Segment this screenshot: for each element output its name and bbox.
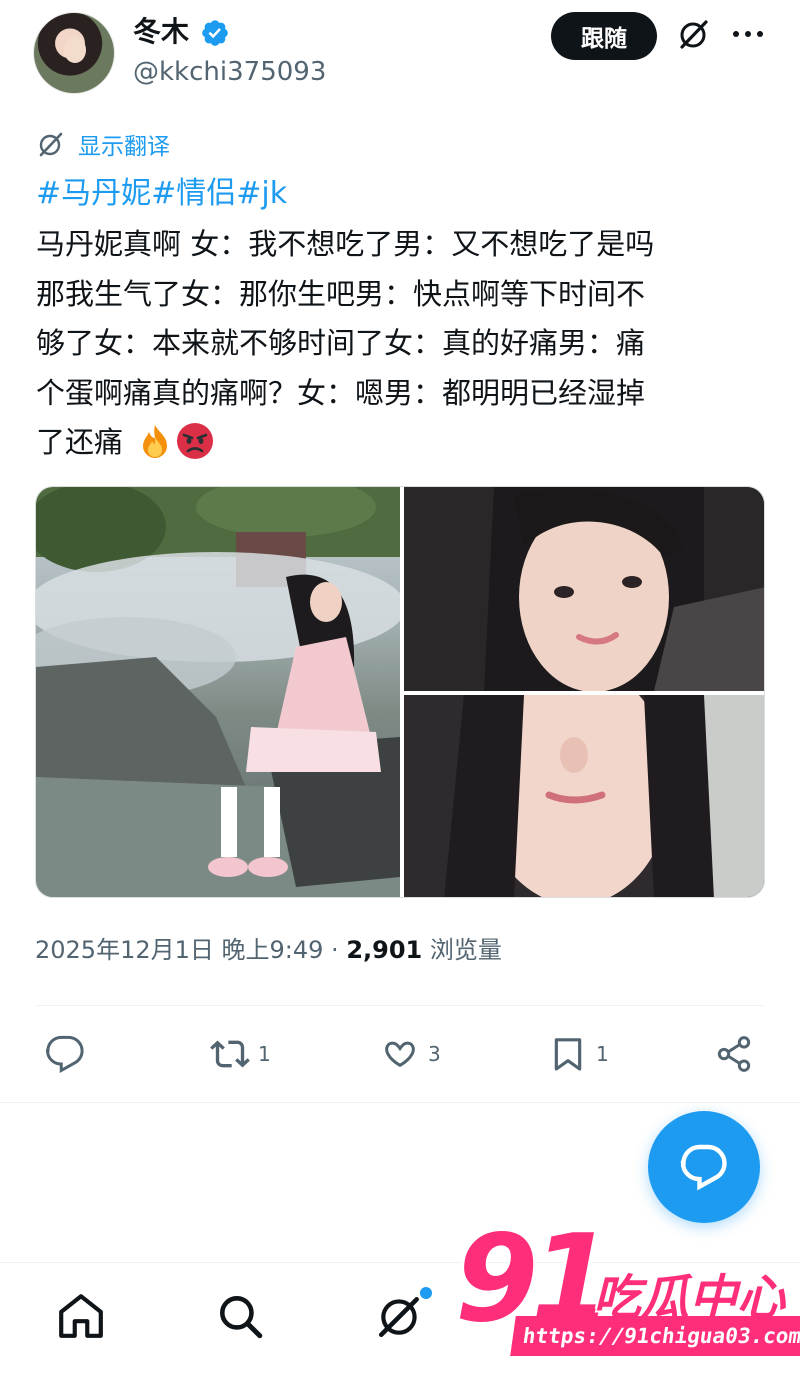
bookmark-button[interactable]: 1 [548, 1032, 609, 1076]
retweet-button[interactable]: 1 [210, 1032, 271, 1076]
views-count: 2,901 [346, 936, 423, 964]
tweet-text-line: 马丹妮真啊 女：我不想吃了男：又不想吃了是吗 [36, 227, 655, 261]
like-button[interactable]: 3 [380, 1032, 441, 1076]
tweet-meta: 2025年12月1日 晚上9:49 · 2,901 浏览量 [35, 930, 502, 970]
photo-illustration [36, 487, 400, 897]
fire-emoji-icon [143, 425, 168, 459]
show-translation-link[interactable]: 显示翻译 [36, 126, 170, 162]
share-icon [717, 1036, 751, 1072]
photo-illustration [404, 487, 764, 691]
bookmark-icon [554, 1038, 582, 1071]
reply-button[interactable] [45, 1032, 93, 1076]
verified-badge-icon [202, 20, 228, 46]
watermark-url: https://91chigua03.com [510, 1316, 800, 1356]
tweet-photo-2[interactable] [404, 487, 764, 691]
watermark: 91 吃瓜中心 https://91chigua03.com [455, 1220, 800, 1370]
divider [0, 1102, 800, 1103]
grok-icon[interactable] [375, 1291, 425, 1341]
tweet-photo-3[interactable] [404, 695, 764, 897]
retweet-count: 1 [258, 1042, 271, 1066]
home-icon[interactable] [56, 1291, 106, 1341]
retweet-icon [210, 1040, 250, 1068]
timestamp[interactable]: 2025年12月1日 晚上9:49 [35, 936, 323, 964]
bookmark-count: 1 [596, 1042, 609, 1066]
author-handle[interactable]: @kkchi375093 [133, 54, 326, 90]
more-icon[interactable] [730, 22, 766, 46]
tweet-text-line-last: 了还痛 [36, 418, 766, 468]
tweet-text: 马丹妮真啊 女：我不想吃了男：又不想吃了是吗 那我生气了女：那你生吧男：快点啊等… [36, 220, 766, 468]
tweet-media-grid [35, 486, 765, 898]
divider [35, 1005, 765, 1006]
display-name[interactable]: 冬木 [133, 14, 189, 50]
notification-dot [420, 1287, 432, 1299]
reply-icon [45, 1035, 84, 1073]
angry-face-emoji-icon [177, 423, 214, 460]
like-count: 3 [428, 1042, 441, 1066]
tweet-text-line: 个蛋啊痛真的痛啊？女：嗯男：都明明已经湿掉 [36, 375, 646, 410]
search-icon[interactable] [215, 1291, 265, 1341]
tweet-text-line: 那我生气了女：那你生吧男：快点啊等下时间不 [36, 276, 646, 311]
hashtags[interactable]: #马丹妮#情侣#jk [36, 172, 287, 216]
tweet-text-line: 够了女：本来就不够时间了女：真的好痛男：痛 [36, 326, 646, 361]
grok-icon[interactable] [676, 16, 712, 52]
share-button[interactable] [714, 1032, 754, 1076]
follow-button[interactable]: 跟随 [551, 12, 657, 60]
heart-icon [385, 1041, 415, 1068]
grok-translate-icon [39, 132, 63, 157]
tweet-photo-1[interactable] [36, 487, 400, 897]
tweet-text-tail: 了还痛 [36, 425, 124, 460]
compose-reply-fab[interactable] [648, 1111, 760, 1223]
meta-separator: · [323, 936, 347, 964]
views-label: 浏览量 [429, 936, 502, 964]
avatar[interactable] [33, 12, 115, 94]
photo-illustration [404, 695, 764, 897]
reply-bubble-icon [680, 1144, 727, 1191]
show-translation-label: 显示翻译 [78, 134, 170, 160]
